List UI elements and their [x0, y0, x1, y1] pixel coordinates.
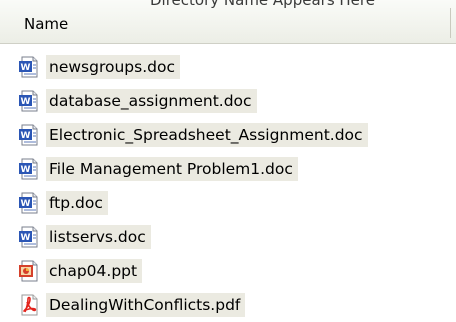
file-row[interactable]: W ftp.doc	[0, 186, 456, 220]
word-doc-icon: W	[18, 226, 40, 248]
svg-text:W: W	[21, 63, 31, 73]
file-row[interactable]: W database_assignment.doc	[0, 84, 456, 118]
file-name[interactable]: chap04.ppt	[46, 259, 143, 283]
truncated-title-text: Directory Name Appears Here	[150, 0, 375, 9]
column-header-bar: Directory Name Appears Here Name	[0, 0, 456, 44]
svg-text:W: W	[21, 165, 31, 175]
svg-text:W: W	[21, 233, 31, 243]
file-row[interactable]: W Electronic_Spreadsheet_Assignment.doc	[0, 118, 456, 152]
file-list: W newsgroups.doc W database_assignment.d…	[0, 50, 456, 322]
name-column-header[interactable]: Name	[24, 13, 68, 35]
svg-text:W: W	[21, 199, 31, 209]
file-row[interactable]: DealingWithConflicts.pdf	[0, 288, 456, 322]
word-doc-icon: W	[18, 192, 40, 214]
file-row[interactable]: W newsgroups.doc	[0, 50, 456, 84]
word-doc-icon: W	[18, 124, 40, 146]
file-name[interactable]: database_assignment.doc	[46, 89, 257, 113]
file-name[interactable]: listservs.doc	[46, 225, 151, 249]
file-row[interactable]: chap04.ppt	[0, 254, 456, 288]
file-name[interactable]: newsgroups.doc	[46, 55, 180, 79]
file-name[interactable]: ftp.doc	[46, 191, 108, 215]
file-name[interactable]: DealingWithConflicts.pdf	[46, 293, 246, 317]
truncated-title-strip: Directory Name Appears Here	[0, 0, 456, 10]
file-row[interactable]: W File Management Problem1.doc	[0, 152, 456, 186]
svg-text:W: W	[21, 97, 31, 107]
word-doc-icon: W	[18, 56, 40, 78]
column-divider[interactable]	[450, 8, 451, 38]
word-doc-icon: W	[18, 90, 40, 112]
word-doc-icon: W	[18, 158, 40, 180]
file-name[interactable]: File Management Problem1.doc	[46, 157, 298, 181]
file-row[interactable]: W listservs.doc	[0, 220, 456, 254]
pdf-icon	[18, 294, 40, 316]
file-name[interactable]: Electronic_Spreadsheet_Assignment.doc	[46, 123, 368, 147]
svg-text:W: W	[21, 131, 31, 141]
powerpoint-ppt-icon	[18, 260, 40, 282]
